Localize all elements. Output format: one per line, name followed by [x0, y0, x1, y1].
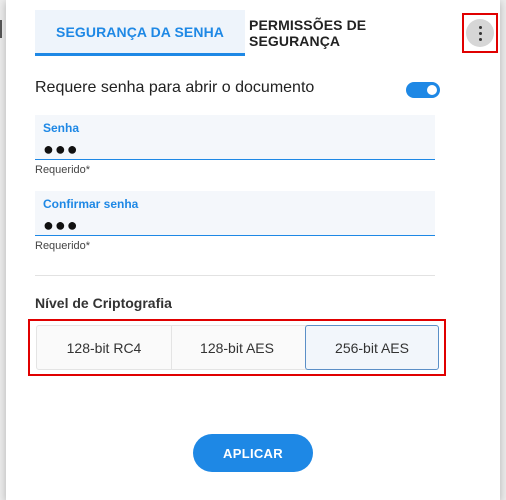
password-field-label: Senha: [43, 121, 80, 135]
apply-button[interactable]: APLICAR: [193, 434, 313, 472]
menu-dot: [478, 31, 482, 35]
encryption-option-128-aes[interactable]: 128-bit AES: [171, 326, 303, 369]
require-password-toggle[interactable]: [406, 82, 440, 98]
password-helper-text: Requerido*: [35, 164, 91, 176]
toggle-knob: [427, 85, 437, 95]
password-input[interactable]: ●●●: [43, 139, 79, 160]
menu-dot: [478, 25, 482, 29]
more-options-button[interactable]: [462, 13, 498, 53]
tab-password-security[interactable]: SEGURANÇA DA SENHA: [35, 10, 245, 56]
confirm-password-field-label: Confirmar senha: [43, 197, 139, 211]
encryption-option-256-aes[interactable]: 256-bit AES: [305, 325, 439, 370]
require-password-label: Requere senha para abrir o documento: [35, 79, 315, 96]
confirm-password-input[interactable]: ●●●: [43, 215, 79, 236]
encryption-options-group: 128-bit RC4 128-bit AES 256-bit AES: [28, 319, 446, 376]
encryption-option-128-rc4[interactable]: 128-bit RC4: [37, 326, 172, 369]
encryption-button-group: 128-bit RC4 128-bit AES 256-bit AES: [36, 325, 439, 370]
confirm-password-field[interactable]: Confirmar senha ●●●: [35, 191, 435, 236]
confirm-password-helper-text: Requerido*: [35, 240, 91, 252]
tab-security-permissions[interactable]: PERMISSÕES DE SEGURANÇA: [249, 10, 455, 56]
section-divider: [35, 275, 435, 276]
security-dialog: SEGURANÇA DA SENHA PERMISSÕES DE SEGURAN…: [6, 0, 500, 500]
kebab-menu-icon: [466, 19, 494, 47]
menu-dot: [478, 37, 482, 41]
encryption-level-label: Nível de Criptografia: [35, 295, 172, 311]
password-field[interactable]: Senha ●●●: [35, 115, 435, 160]
tab-bar: SEGURANÇA DA SENHA PERMISSÕES DE SEGURAN…: [35, 10, 465, 56]
